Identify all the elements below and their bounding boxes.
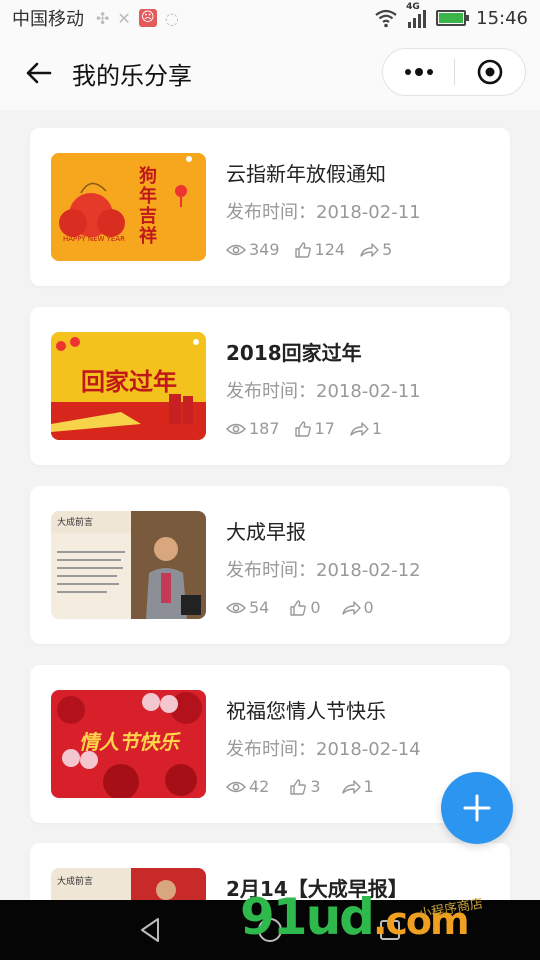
shares-stat: 1 xyxy=(349,419,382,438)
thumbnail-caption: HAPPY NEW YEAR xyxy=(63,235,125,243)
post-date: 发布时间：2018-02-11 xyxy=(226,381,421,402)
more-button[interactable] xyxy=(383,48,454,96)
shares-stat: 0 xyxy=(341,598,374,617)
thumbs-up-icon xyxy=(290,778,307,795)
views-stat: 54 xyxy=(226,598,269,617)
views-stat: 187 xyxy=(226,419,280,438)
post-thumbnail: 回家过年 xyxy=(51,332,206,440)
likes-count: 3 xyxy=(310,777,321,796)
share-arrow-icon xyxy=(350,421,369,436)
post-date: 发布时间：2018-02-11 xyxy=(226,202,421,223)
shares-count: 5 xyxy=(382,240,393,259)
eye-icon xyxy=(226,244,246,255)
triangle-back-icon xyxy=(141,918,159,942)
post-card[interactable]: 回家过年 2018回家过年 发布时间：2018-02-11 187 17 1 xyxy=(30,307,510,465)
signal-icon: 4G xyxy=(406,2,427,28)
likes-stat: 0 xyxy=(289,598,321,617)
close-miniprogram-button[interactable] xyxy=(455,48,525,96)
post-stats: 187 17 1 xyxy=(226,419,396,438)
post-date: 发布时间：2018-02-12 xyxy=(226,560,421,581)
plus-icon xyxy=(463,794,491,822)
battery-icon xyxy=(436,10,470,26)
post-card[interactable]: 大成前言 大成早报 发布时间：2018-02-12 54 0 0 xyxy=(30,486,510,644)
carrier-label: 中国移动 xyxy=(12,9,84,30)
arrow-left-icon xyxy=(26,62,52,84)
navigation-bar: 我的乐分享 xyxy=(0,36,540,110)
app-notification-icon: ✣ xyxy=(96,8,110,28)
back-button[interactable] xyxy=(18,53,58,93)
thumbs-up-icon xyxy=(294,241,311,258)
thumbnail-logo-text: 大成前言 xyxy=(57,518,94,528)
post-title: 云指新年放假通知 xyxy=(226,162,386,186)
more-dots-icon xyxy=(404,68,433,76)
likes-count: 0 xyxy=(310,598,321,617)
views-stat: 349 xyxy=(226,240,280,259)
share-arrow-icon xyxy=(341,779,361,794)
views-count: 54 xyxy=(249,598,270,617)
sad-face-icon: ☹ xyxy=(138,9,157,27)
watermark-brand: 91ud xyxy=(240,888,375,946)
share-arrow-icon xyxy=(341,600,361,615)
clock: 15:46 xyxy=(476,7,528,29)
thumbnail-greeting: 情人节快乐 xyxy=(79,730,179,754)
notification-icons: ✣ ✕ ☹ ◌ xyxy=(96,9,179,28)
post-card[interactable]: 情人节快乐 祝福您情人节快乐 发布时间：2018-02-14 42 3 1 xyxy=(30,665,510,823)
miniprogram-capsule xyxy=(382,48,526,96)
likes-stat: 124 xyxy=(294,240,346,259)
likes-count: 17 xyxy=(314,419,335,438)
shares-count: 1 xyxy=(371,419,383,438)
eye-icon xyxy=(226,423,246,434)
views-count: 187 xyxy=(249,419,280,438)
post-stats: 54 0 0 xyxy=(226,598,388,617)
thumbs-up-icon xyxy=(294,420,311,437)
add-post-button[interactable] xyxy=(441,772,513,844)
thumbnail-logo-text: 大成前言 xyxy=(57,877,94,887)
network-type-label: 4G xyxy=(406,2,420,12)
shares-stat: 1 xyxy=(341,777,374,796)
likes-stat: 17 xyxy=(294,419,335,438)
views-count: 349 xyxy=(249,240,280,259)
shares-count: 0 xyxy=(363,598,374,617)
status-bar: 中国移动 ✣ ✕ ☹ ◌ 4G 15:46 xyxy=(0,0,540,36)
post-thumbnail: 情人节快乐 xyxy=(51,690,206,798)
missed-call-icon: ✕ xyxy=(117,8,131,28)
chat-icon: ◌ xyxy=(164,8,179,28)
post-title: 祝福您情人节快乐 xyxy=(226,699,386,723)
system-back-button[interactable] xyxy=(120,900,180,960)
thumbnail-greeting: 回家过年 xyxy=(81,368,177,396)
thumbs-up-icon xyxy=(290,599,307,616)
post-stats: 349 124 5 xyxy=(226,240,406,259)
post-thumbnail: 大成前言 xyxy=(51,868,206,900)
post-card[interactable]: 狗年吉祥 HAPPY NEW YEAR 云指新年放假通知 发布时间：2018-0… xyxy=(30,128,510,286)
post-thumbnail: 狗年吉祥 HAPPY NEW YEAR xyxy=(51,153,206,261)
post-stats: 42 3 1 xyxy=(226,777,388,796)
views-count: 42 xyxy=(249,777,270,796)
likes-count: 124 xyxy=(314,240,346,259)
shares-count: 1 xyxy=(363,777,374,796)
post-thumbnail: 大成前言 xyxy=(51,511,206,619)
eye-icon xyxy=(226,602,246,613)
wifi-icon xyxy=(375,9,397,28)
target-close-icon xyxy=(477,59,503,85)
share-arrow-icon xyxy=(360,242,379,257)
post-title: 大成早报 xyxy=(226,520,306,544)
thumbnail-greeting: 狗年吉祥 xyxy=(139,166,157,247)
post-title: 2018回家过年 xyxy=(226,341,362,365)
eye-icon xyxy=(226,781,246,792)
views-stat: 42 xyxy=(226,777,269,796)
likes-stat: 3 xyxy=(289,777,321,796)
post-date: 发布时间：2018-02-14 xyxy=(226,739,421,760)
shares-stat: 5 xyxy=(359,240,392,259)
page-title: 我的乐分享 xyxy=(72,61,192,90)
